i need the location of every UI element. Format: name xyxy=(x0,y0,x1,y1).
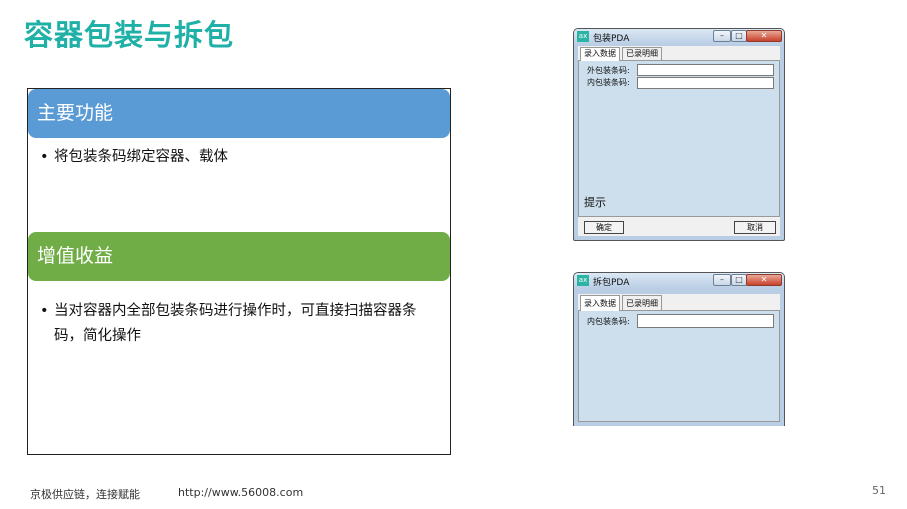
slide-title: 容器包装与拆包 xyxy=(24,18,235,52)
value-benefit-text: 当对容器内全部包装条码进行操作时，可直接扫描容器条码，简化操作 xyxy=(54,303,417,344)
minimize-icon[interactable]: – xyxy=(713,274,731,286)
main-function-bullet: • 将包装条码绑定容器、载体 xyxy=(40,145,445,170)
tab-recorded-details[interactable]: 已录明细 xyxy=(622,47,662,60)
maximize-icon[interactable]: □ xyxy=(731,274,747,286)
cancel-button[interactable]: 取消 xyxy=(734,221,776,234)
outer-barcode-label: 外包装条码: xyxy=(587,66,630,75)
outer-barcode-input[interactable] xyxy=(637,64,774,76)
footer-company: 京极供应链，连接赋能 xyxy=(30,488,140,501)
value-benefit-bullet: • 当对容器内全部包装条码进行操作时，可直接扫描容器条码，简化操作 xyxy=(40,299,445,349)
inner-barcode-input[interactable] xyxy=(637,77,774,89)
packing-titlebar: ax 包装PDA – □ ✕ xyxy=(574,29,784,45)
unpacking-pda-window: ax 拆包PDA – □ ✕ 录入数据 已录明细 内包装条码: xyxy=(573,272,785,426)
feature-panel: 主要功能 • 将包装条码绑定容器、载体 增值收益 • 当对容器内全部包装条码进行… xyxy=(27,88,451,455)
tab-input-data[interactable]: 录入数据 xyxy=(580,47,620,61)
bullet-dot: • xyxy=(40,303,49,319)
minimize-icon[interactable]: – xyxy=(713,30,731,42)
bullet-dot: • xyxy=(40,149,49,165)
packing-pda-window: ax 包装PDA – □ ✕ 录入数据 已录明细 外包装条码: 内包装条码: 提… xyxy=(573,28,785,241)
inner-barcode-input[interactable] xyxy=(637,314,774,328)
close-icon[interactable]: ✕ xyxy=(746,274,782,286)
packing-client-area: 录入数据 已录明细 外包装条码: 内包装条码: 提示 确定 取消 xyxy=(578,46,780,236)
value-benefit-header: 增值收益 xyxy=(28,232,450,281)
confirm-button[interactable]: 确定 xyxy=(584,221,624,234)
page-number: 51 xyxy=(872,484,886,497)
close-icon[interactable]: ✕ xyxy=(746,30,782,42)
tab-input-data[interactable]: 录入数据 xyxy=(580,295,620,311)
unpacking-window-title: 拆包PDA xyxy=(593,278,630,288)
packing-window-title: 包装PDA xyxy=(593,34,630,44)
app-icon: ax xyxy=(577,31,589,42)
tab-recorded-details[interactable]: 已录明细 xyxy=(622,295,662,310)
main-function-header: 主要功能 xyxy=(28,89,450,138)
app-icon: ax xyxy=(577,275,589,286)
inner-barcode-label: 内包装条码: xyxy=(587,317,630,326)
maximize-icon[interactable]: □ xyxy=(731,30,747,42)
unpacking-client-area: 录入数据 已录明细 内包装条码: xyxy=(578,294,780,422)
packing-tab-body: 外包装条码: 内包装条码: xyxy=(578,60,780,217)
inner-barcode-label: 内包装条码: xyxy=(587,78,630,87)
hint-label: 提示 xyxy=(584,196,606,209)
footer-url: http://www.56008.com xyxy=(178,486,304,499)
unpacking-tab-body: 内包装条码: xyxy=(578,310,780,422)
unpacking-titlebar: ax 拆包PDA – □ ✕ xyxy=(574,273,784,289)
main-function-text: 将包装条码绑定容器、载体 xyxy=(54,149,228,165)
